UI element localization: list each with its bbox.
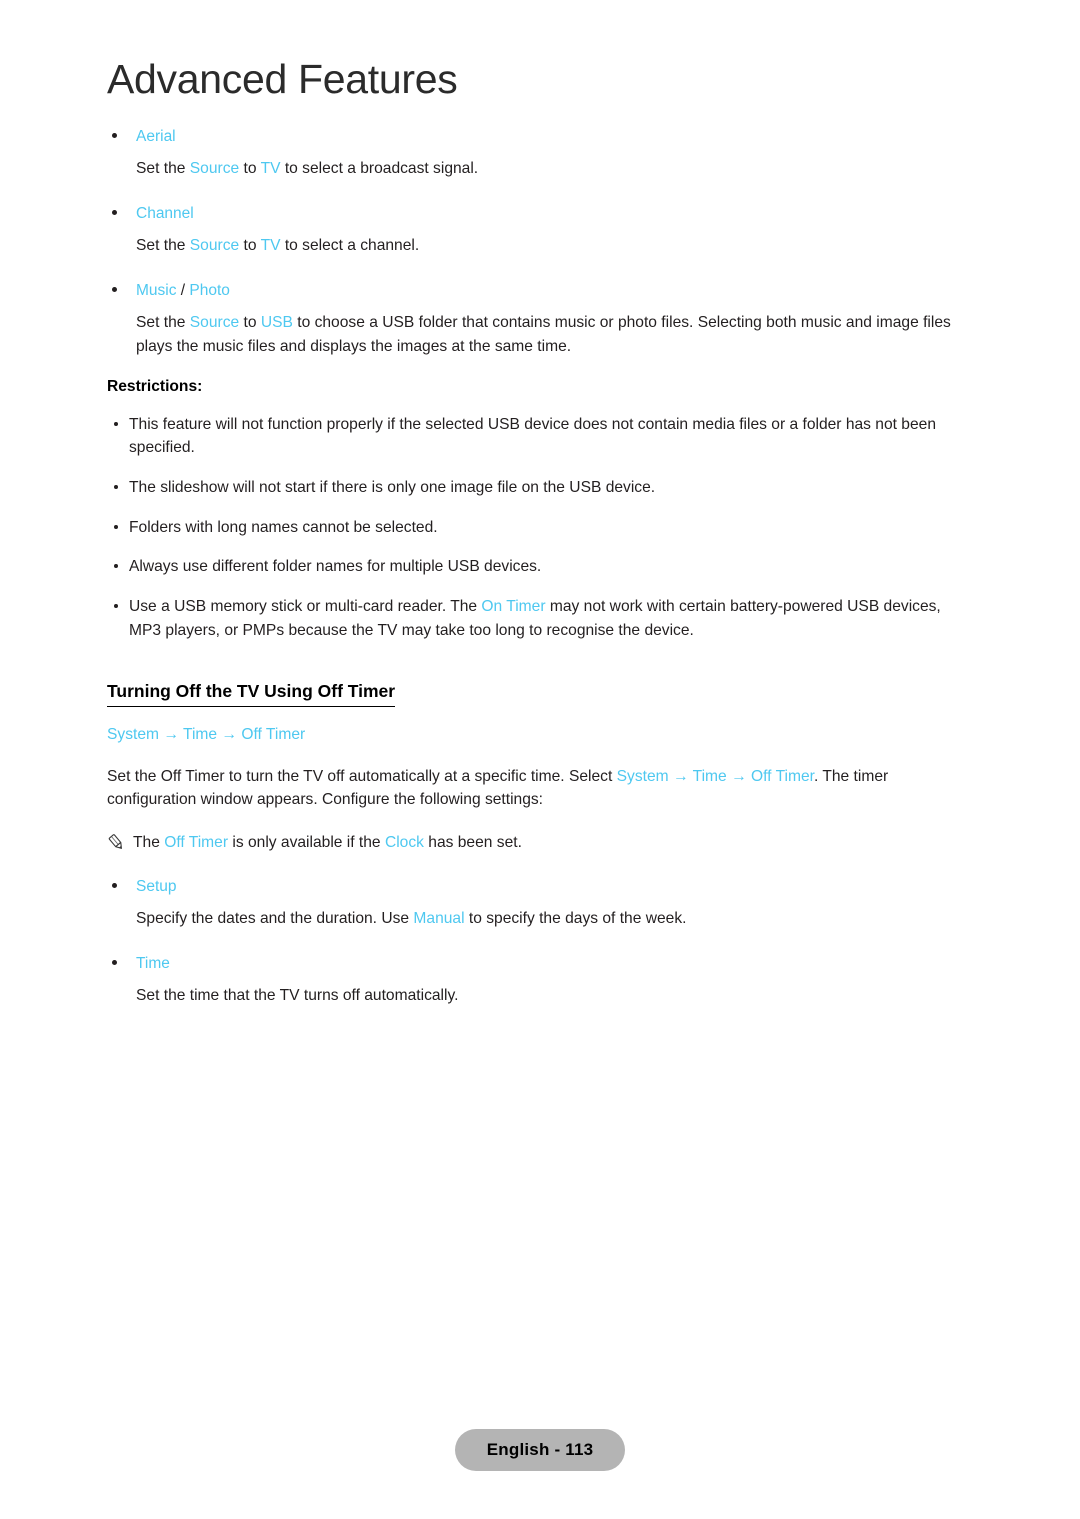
- page-content: Advanced Features Aerial Set the Source …: [107, 56, 967, 1029]
- setting-label: Time: [136, 954, 170, 972]
- bullet-dot-icon: [112, 882, 117, 888]
- bullet-dot-icon: [112, 209, 117, 215]
- breadcrumb-item-off-timer[interactable]: Off Timer: [241, 726, 305, 743]
- list-item-music-photo: Music / Photo: [107, 279, 967, 302]
- setting-label: Aerial: [136, 128, 176, 146]
- restriction-text: The slideshow will not start if there is…: [129, 478, 656, 496]
- keyword-clock: Clock: [384, 834, 424, 851]
- music-photo-description: Set the Source to USB to choose a USB fo…: [107, 311, 967, 358]
- setting-label: Setup: [136, 877, 177, 895]
- page-number-label: English - 113: [486, 1440, 594, 1459]
- restriction-text: Always use different folder names for mu…: [129, 558, 542, 576]
- list-item-channel: Channel: [107, 202, 967, 225]
- arrow-right-icon: →: [163, 726, 179, 744]
- aerial-description: Set the Source to TV to select a broadca…: [107, 157, 967, 181]
- arrow-right-icon: →: [221, 726, 238, 744]
- keyword-off-timer: Off Timer: [164, 834, 229, 851]
- bullet-dot-icon: [114, 524, 118, 529]
- restriction-item: Folders with long names cannot be select…: [107, 516, 967, 540]
- bullet-dot-icon: [114, 484, 118, 489]
- off-timer-intro: Set the Off Timer to turn the TV off aut…: [107, 765, 967, 812]
- note-text-post: has been set.: [423, 834, 522, 851]
- bullet-dot-icon: [114, 421, 118, 426]
- setup-description: Specify the dates and the duration. Use …: [107, 907, 967, 931]
- keyword-manual: Manual: [413, 909, 465, 927]
- breadcrumb: System → Time → Off Timer: [107, 723, 967, 746]
- page-title: Advanced Features: [107, 56, 458, 102]
- setting-label-photo: Photo: [189, 281, 230, 299]
- bullet-dot-icon: [112, 959, 117, 965]
- keyword-source: Source: [189, 237, 240, 255]
- channel-description: Set the Source to TV to select a channel…: [107, 234, 967, 258]
- bullet-dot-icon: [112, 133, 117, 139]
- breadcrumb-item-time[interactable]: Time: [183, 726, 217, 743]
- restriction-item: Use a USB memory stick or multi-card rea…: [107, 595, 967, 642]
- section-heading-wrap: Turning Off the TV Using Off Timer: [107, 658, 967, 708]
- keyword-tv: TV: [260, 237, 281, 255]
- keyword-on-timer: On Timer: [481, 597, 546, 615]
- list-item-aerial: Aerial: [107, 125, 967, 148]
- keyword-source: Source: [189, 314, 240, 332]
- note-text-pre: The: [133, 834, 165, 851]
- restriction-item: Always use different folder names for mu…: [107, 555, 967, 579]
- text-mid: to: [239, 160, 261, 178]
- keyword-source: Source: [189, 160, 240, 178]
- page-footer-badge: English - 113: [455, 1429, 625, 1471]
- text-post: to select a channel.: [280, 237, 420, 255]
- text-mid: to: [239, 314, 261, 332]
- restriction-text: Use a USB memory stick or multi-card rea…: [129, 597, 482, 615]
- text-pre: Set the Off Timer to turn the TV off aut…: [107, 767, 617, 785]
- text-pre: Set the: [136, 314, 190, 332]
- text-pre: Set the: [136, 160, 190, 178]
- document-page: Advanced Features Aerial Set the Source …: [0, 0, 1080, 1519]
- bullet-dot-icon: [112, 286, 117, 292]
- breadcrumb-item-system[interactable]: System: [107, 726, 159, 743]
- keyword-usb: USB: [260, 314, 293, 332]
- restrictions-label: Restrictions:: [107, 377, 203, 395]
- arrow-right-icon: →: [731, 767, 747, 785]
- label-separator: /: [176, 281, 190, 299]
- arrow-right-icon: →: [672, 767, 689, 785]
- text-mid: to: [239, 237, 261, 255]
- bullet-dot-icon: [114, 603, 118, 608]
- section-heading: Turning Off the TV Using Off Timer: [107, 681, 396, 708]
- bullet-dot-icon: [114, 564, 118, 569]
- restriction-item: This feature will not function properly …: [107, 413, 967, 460]
- note-off-timer-clock: The Off Timer is only available if the C…: [107, 831, 967, 855]
- list-item-setup: Setup: [107, 875, 967, 898]
- pencil-note-icon: [107, 833, 126, 852]
- keyword-system: System: [616, 767, 669, 785]
- text-post: to specify the days of the week.: [464, 909, 687, 927]
- text-pre: Set the: [136, 237, 190, 255]
- list-item-time: Time: [107, 952, 967, 975]
- time-description: Set the time that the TV turns off autom…: [107, 984, 967, 1008]
- text-pre: Specify the dates and the duration. Use: [136, 909, 414, 927]
- keyword-off-timer: Off Timer: [751, 767, 814, 785]
- keyword-tv: TV: [260, 160, 281, 178]
- setting-label-music: Music: [136, 281, 177, 299]
- restriction-text: Folders with long names cannot be select…: [129, 518, 438, 536]
- restrictions-list: This feature will not function properly …: [107, 413, 967, 643]
- text-post: to select a broadcast signal.: [280, 160, 479, 178]
- note-text-mid: is only available if the: [228, 834, 385, 851]
- text-pre: Set the time that the TV turns off autom…: [136, 986, 459, 1004]
- setting-label: Channel: [136, 204, 194, 222]
- keyword-time: Time: [692, 767, 727, 785]
- restriction-item: The slideshow will not start if there is…: [107, 476, 967, 500]
- restriction-text: This feature will not function properly …: [129, 415, 936, 457]
